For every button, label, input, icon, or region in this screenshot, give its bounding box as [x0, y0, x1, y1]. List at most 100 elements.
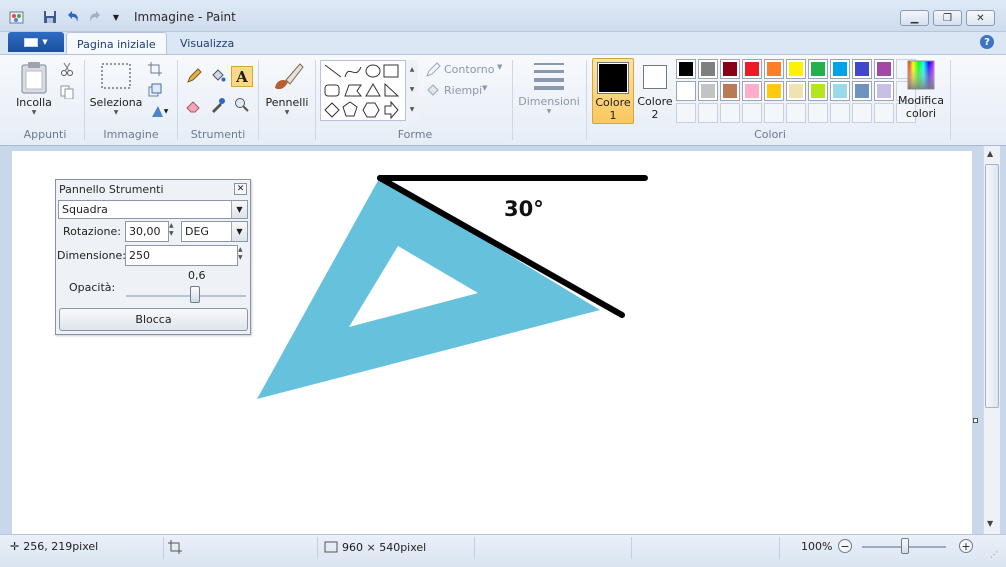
custom-color-slot[interactable]	[742, 103, 762, 123]
color-swatch[interactable]	[698, 81, 718, 101]
custom-color-slot[interactable]	[852, 103, 872, 123]
custom-color-slot[interactable]	[830, 103, 850, 123]
rotate-icon[interactable]: ▼	[146, 102, 172, 120]
color-swatch[interactable]	[830, 81, 850, 101]
size-button[interactable]: Dimensioni ▼	[516, 60, 582, 115]
tool-select[interactable]: Squadra ▼	[58, 200, 248, 219]
brush-icon	[275, 63, 304, 90]
magnifier-icon[interactable]	[233, 96, 251, 114]
color-swatch[interactable]	[808, 59, 828, 79]
panel-close-button[interactable]: ✕	[234, 183, 247, 195]
unit-select[interactable]: DEG ▼	[181, 221, 248, 242]
custom-color-slot[interactable]	[808, 103, 828, 123]
vertical-scrollbar[interactable]: ▲ ▼	[983, 146, 1000, 534]
shapes-gallery[interactable]	[320, 60, 418, 121]
chevron-down-icon[interactable]: ▼	[231, 222, 247, 241]
tab-home[interactable]: Pagina iniziale	[66, 32, 167, 55]
scroll-up-icon[interactable]: ▲	[987, 149, 993, 158]
custom-color-slot[interactable]	[698, 103, 718, 123]
size-grip-icon[interactable]: ⋰	[990, 550, 1002, 562]
select-button[interactable]: Seleziona ▼	[88, 60, 144, 116]
chevron-down-icon: ▼	[497, 63, 503, 71]
maximize-button[interactable]: ❐	[933, 10, 962, 26]
color-swatch[interactable]	[786, 81, 806, 101]
color-swatch[interactable]	[676, 81, 696, 101]
eraser-icon[interactable]	[185, 96, 203, 114]
close-button[interactable]: ✕	[966, 10, 995, 26]
outline-icon[interactable]	[424, 61, 442, 79]
color-swatch[interactable]	[676, 59, 696, 79]
redo-icon[interactable]	[87, 9, 103, 25]
color-swatch[interactable]	[874, 81, 894, 101]
unit-value: DEG	[185, 225, 209, 238]
custom-color-slot[interactable]	[874, 103, 894, 123]
rotation-spinner[interactable]: ▲ ▼	[169, 222, 179, 238]
size-spinner[interactable]: ▲ ▼	[238, 246, 248, 262]
lock-button[interactable]: Blocca	[59, 308, 248, 331]
zoom-slider-thumb[interactable]	[901, 538, 909, 554]
zoom-in-button[interactable]: +	[959, 539, 973, 553]
color-swatch[interactable]	[698, 59, 718, 79]
color-swatch[interactable]	[830, 59, 850, 79]
text-tool-icon[interactable]: A	[231, 66, 253, 87]
color-swatch[interactable]	[808, 81, 828, 101]
help-icon[interactable]: ?	[980, 35, 994, 49]
image-size-icon	[324, 541, 338, 553]
cut-icon[interactable]	[58, 60, 76, 78]
outline-label[interactable]: Contorno	[444, 63, 494, 76]
color-swatch[interactable]	[742, 81, 762, 101]
status-bar	[0, 534, 1006, 567]
resize-handle[interactable]	[973, 418, 978, 423]
custom-color-slot[interactable]	[786, 103, 806, 123]
opacity-slider-track[interactable]	[126, 295, 246, 297]
color-picker-icon[interactable]	[209, 96, 227, 114]
size-input[interactable]: 250	[125, 245, 238, 266]
undo-icon[interactable]	[65, 9, 81, 25]
color1-swatch	[597, 62, 629, 94]
paste-button[interactable]: Incolla ▼	[14, 60, 54, 116]
size-field-label: Dimensione:	[57, 249, 126, 262]
fill-icon[interactable]	[424, 82, 442, 100]
color-swatch[interactable]	[742, 59, 762, 79]
color-swatch[interactable]	[764, 81, 784, 101]
custom-color-slot[interactable]	[764, 103, 784, 123]
brushes-button[interactable]: Pennelli ▼	[262, 60, 312, 116]
edit-colors-button[interactable]: Modifica colori	[896, 60, 946, 120]
color-swatch[interactable]	[720, 81, 740, 101]
fill-label[interactable]: Riempi	[444, 84, 482, 97]
color-swatch[interactable]	[874, 59, 894, 79]
save-icon[interactable]	[42, 9, 58, 25]
paint-app-icon[interactable]	[9, 9, 25, 25]
scroll-down-icon[interactable]: ▼	[987, 519, 993, 528]
color-swatch[interactable]	[764, 59, 784, 79]
color1-button[interactable]: Colore 1	[592, 58, 634, 124]
color2-button[interactable]: Colore 2	[636, 58, 674, 124]
tab-view[interactable]: Visualizza	[170, 32, 244, 54]
scroll-thumb[interactable]	[985, 164, 999, 408]
zoom-out-button[interactable]: −	[838, 539, 852, 553]
ribbon-separator	[512, 60, 513, 140]
color-swatch[interactable]	[786, 59, 806, 79]
group-label-shapes: Forme	[397, 128, 433, 141]
minimize-button[interactable]: ▁	[900, 10, 929, 26]
color-swatch[interactable]	[852, 59, 872, 79]
copy-icon[interactable]	[58, 83, 76, 101]
rotation-input[interactable]: 30,00	[125, 221, 169, 242]
crop-icon[interactable]	[146, 60, 164, 78]
fill-bucket-icon[interactable]	[209, 67, 227, 85]
color-swatch[interactable]	[720, 59, 740, 79]
paint-menu-button[interactable]: ▼	[8, 32, 64, 52]
window-title: Immagine - Paint	[134, 10, 236, 24]
customize-toolbar-icon[interactable]: ▼	[108, 9, 124, 25]
custom-color-slot[interactable]	[720, 103, 740, 123]
pencil-icon[interactable]	[185, 67, 203, 85]
custom-color-slot[interactable]	[676, 103, 696, 123]
resize-icon[interactable]	[146, 81, 164, 99]
shapes-scroll[interactable]: ▲ ▼ ▼	[405, 60, 418, 121]
color-swatch[interactable]	[852, 81, 872, 101]
chevron-down-icon[interactable]: ▼	[231, 201, 247, 218]
opacity-slider-thumb[interactable]	[190, 286, 200, 303]
group-label-clipboard: Appunti	[23, 128, 67, 141]
cursor-position: ✛ 256, 219pixel	[10, 540, 98, 553]
size-value: 250	[129, 249, 150, 262]
